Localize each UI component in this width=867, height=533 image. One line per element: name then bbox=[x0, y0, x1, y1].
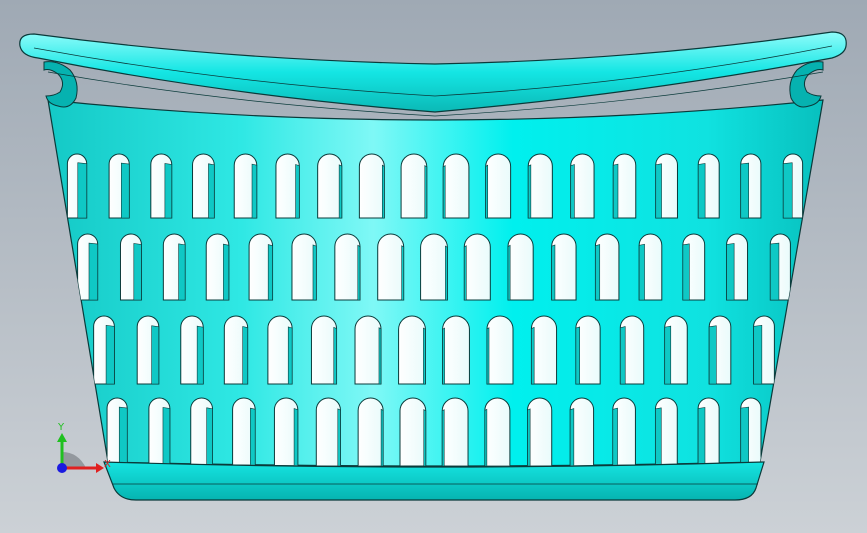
hole-side-wall bbox=[441, 409, 445, 466]
hole-side-wall bbox=[620, 326, 626, 385]
model-canvas[interactable]: X Y bbox=[0, 0, 867, 533]
hole-side-wall bbox=[424, 165, 428, 219]
hole-side-wall bbox=[638, 243, 645, 301]
hole-side-wall bbox=[612, 163, 619, 219]
hole-side-wall bbox=[708, 325, 717, 385]
hole-side-wall bbox=[569, 408, 575, 466]
hole-side-wall bbox=[251, 163, 258, 219]
hole-side-wall bbox=[442, 327, 445, 385]
hole-side-wall bbox=[442, 165, 446, 219]
basket-hole bbox=[317, 153, 343, 219]
hole-side-wall bbox=[151, 325, 160, 385]
basket-hole bbox=[358, 153, 385, 219]
basket-hole bbox=[486, 315, 514, 385]
hole-side-wall bbox=[293, 408, 299, 466]
hole-side-wall bbox=[267, 244, 273, 301]
basket-hole bbox=[354, 315, 382, 385]
hole-side-wall bbox=[575, 326, 580, 385]
y-axis-label: Y bbox=[57, 422, 65, 433]
hole-side-wall bbox=[88, 242, 98, 301]
basket-hole bbox=[310, 315, 338, 385]
hole-side-wall bbox=[423, 409, 427, 466]
hole-side-wall bbox=[726, 243, 735, 301]
hole-side-wall bbox=[531, 326, 535, 385]
basket-base bbox=[103, 461, 765, 501]
basket-hole bbox=[291, 233, 317, 301]
basket-hole bbox=[484, 397, 511, 466]
hole-side-wall bbox=[381, 164, 385, 219]
hole-side-wall bbox=[242, 326, 248, 385]
hole-side-wall bbox=[507, 244, 511, 301]
hole-side-wall bbox=[423, 327, 426, 385]
basket-hole bbox=[334, 233, 361, 301]
basket-hole bbox=[357, 397, 384, 466]
hole-side-wall bbox=[697, 163, 706, 219]
basket-hole bbox=[377, 233, 405, 301]
hole-side-wall bbox=[378, 327, 382, 385]
basket-hole bbox=[400, 153, 428, 219]
hole-side-wall bbox=[312, 244, 317, 301]
basket-hole bbox=[398, 315, 426, 385]
hole-side-wall bbox=[333, 326, 337, 385]
hole-side-wall bbox=[208, 163, 215, 219]
z-axis-dot bbox=[57, 463, 67, 473]
hole-side-wall bbox=[164, 163, 173, 219]
basket-hole bbox=[551, 233, 577, 301]
basket-hole bbox=[315, 397, 341, 466]
hole-side-wall bbox=[401, 245, 404, 301]
hole-side-wall bbox=[664, 325, 672, 385]
hole-side-wall bbox=[697, 407, 706, 466]
hole-side-wall bbox=[463, 245, 467, 301]
hole-side-wall bbox=[357, 244, 361, 301]
hole-side-wall bbox=[206, 407, 213, 466]
hole-side-wall bbox=[769, 242, 780, 301]
hole-side-wall bbox=[162, 407, 171, 466]
hole-side-wall bbox=[445, 245, 448, 301]
hole-side-wall bbox=[250, 407, 256, 466]
hole-side-wall bbox=[338, 164, 343, 219]
hole-side-wall bbox=[740, 406, 749, 466]
basket-hole bbox=[527, 397, 553, 466]
basket-hole bbox=[463, 233, 491, 301]
hole-side-wall bbox=[551, 244, 556, 301]
hole-side-wall bbox=[570, 164, 575, 219]
hole-side-wall bbox=[133, 243, 142, 301]
x-axis-label: X bbox=[104, 459, 111, 470]
hole-side-wall bbox=[295, 164, 300, 219]
hole-side-wall bbox=[485, 164, 489, 219]
hole-side-wall bbox=[782, 162, 793, 219]
hole-side-wall bbox=[223, 243, 230, 301]
hole-side-wall bbox=[77, 162, 88, 219]
hole-side-wall bbox=[337, 408, 341, 466]
hole-side-wall bbox=[682, 243, 690, 301]
hole-side-wall bbox=[655, 407, 662, 466]
hole-side-wall bbox=[178, 243, 186, 301]
hole-side-wall bbox=[287, 326, 293, 385]
hole-side-wall bbox=[196, 325, 204, 385]
basket-hole bbox=[442, 315, 470, 385]
hole-side-wall bbox=[527, 164, 532, 219]
hole-side-wall bbox=[753, 325, 763, 385]
hole-side-wall bbox=[121, 162, 130, 219]
hole-side-wall bbox=[105, 324, 115, 385]
basket-hole bbox=[485, 153, 512, 219]
hole-side-wall bbox=[380, 408, 384, 466]
hole-side-wall bbox=[118, 406, 128, 466]
hole-side-wall bbox=[484, 408, 488, 466]
hole-side-wall bbox=[740, 162, 749, 219]
basket-hole bbox=[530, 315, 558, 385]
hole-side-wall bbox=[527, 408, 531, 466]
basket-hole bbox=[507, 233, 534, 301]
hole-side-wall bbox=[595, 244, 601, 301]
basket-hole bbox=[442, 153, 470, 219]
basket-hole bbox=[420, 233, 448, 301]
basket-hole bbox=[441, 397, 469, 466]
hole-side-wall bbox=[655, 163, 662, 219]
basket-hole bbox=[399, 397, 427, 466]
cad-viewport[interactable]: X Y bbox=[0, 0, 867, 533]
hole-side-wall bbox=[486, 327, 490, 385]
basket-hole bbox=[527, 153, 553, 219]
hole-side-wall bbox=[612, 407, 618, 466]
